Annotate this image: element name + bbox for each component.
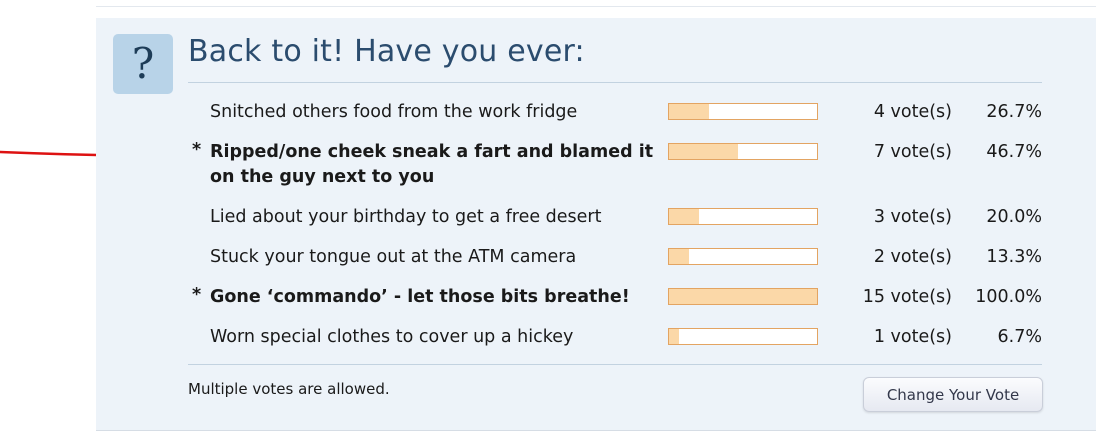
vote-percent: 13.3% (986, 247, 1042, 267)
result-bar (668, 208, 818, 225)
poll-title: Back to it! Have you ever: (188, 34, 585, 69)
vote-percent: 100.0% (975, 287, 1042, 307)
vote-percent: 6.7% (997, 327, 1042, 347)
vote-percent: 20.0% (986, 207, 1042, 227)
result-bar-fill (669, 289, 817, 304)
result-bar (668, 328, 818, 345)
result-bar (668, 103, 818, 120)
result-bar-fill (669, 329, 679, 344)
result-bar-fill (669, 249, 689, 264)
vote-percent: 26.7% (986, 102, 1042, 122)
footer-divider (188, 364, 1042, 365)
top-divider (96, 0, 1096, 7)
option-label: Stuck your tongue out at the ATM camera (210, 247, 577, 267)
result-bar-fill (669, 144, 739, 159)
voted-marker: * (192, 285, 202, 305)
result-bar-fill (669, 104, 709, 119)
vote-count: 3 vote(s) (873, 207, 952, 227)
multiple-votes-note: Multiple votes are allowed. (188, 380, 390, 398)
vote-count: 2 vote(s) (873, 247, 952, 267)
voted-marker: * (192, 140, 202, 160)
result-bar-fill (669, 209, 699, 224)
option-label: Snitched others food from the work fridg… (210, 102, 578, 122)
vote-percent: 46.7% (986, 142, 1042, 162)
option-label: Gone ‘commando’ - let those bits breathe… (210, 287, 630, 307)
option-label: Worn special clothes to cover up a hicke… (210, 327, 574, 347)
result-bar (668, 288, 818, 305)
question-mark-icon: ? (113, 34, 173, 94)
poll-panel: ? Back to it! Have you ever: Snitched ot… (96, 18, 1096, 431)
title-divider (188, 82, 1042, 83)
option-label: Lied about your birthday to get a free d… (210, 207, 602, 227)
result-bar (668, 248, 818, 265)
result-bar (668, 143, 818, 160)
vote-count: 15 vote(s) (862, 287, 952, 307)
vote-count: 4 vote(s) (873, 102, 952, 122)
option-label: Ripped/one cheek sneak a fart and blamed… (210, 142, 654, 187)
vote-count: 1 vote(s) (873, 327, 952, 347)
vote-count: 7 vote(s) (873, 142, 952, 162)
change-vote-button[interactable]: Change Your Vote (863, 377, 1043, 412)
